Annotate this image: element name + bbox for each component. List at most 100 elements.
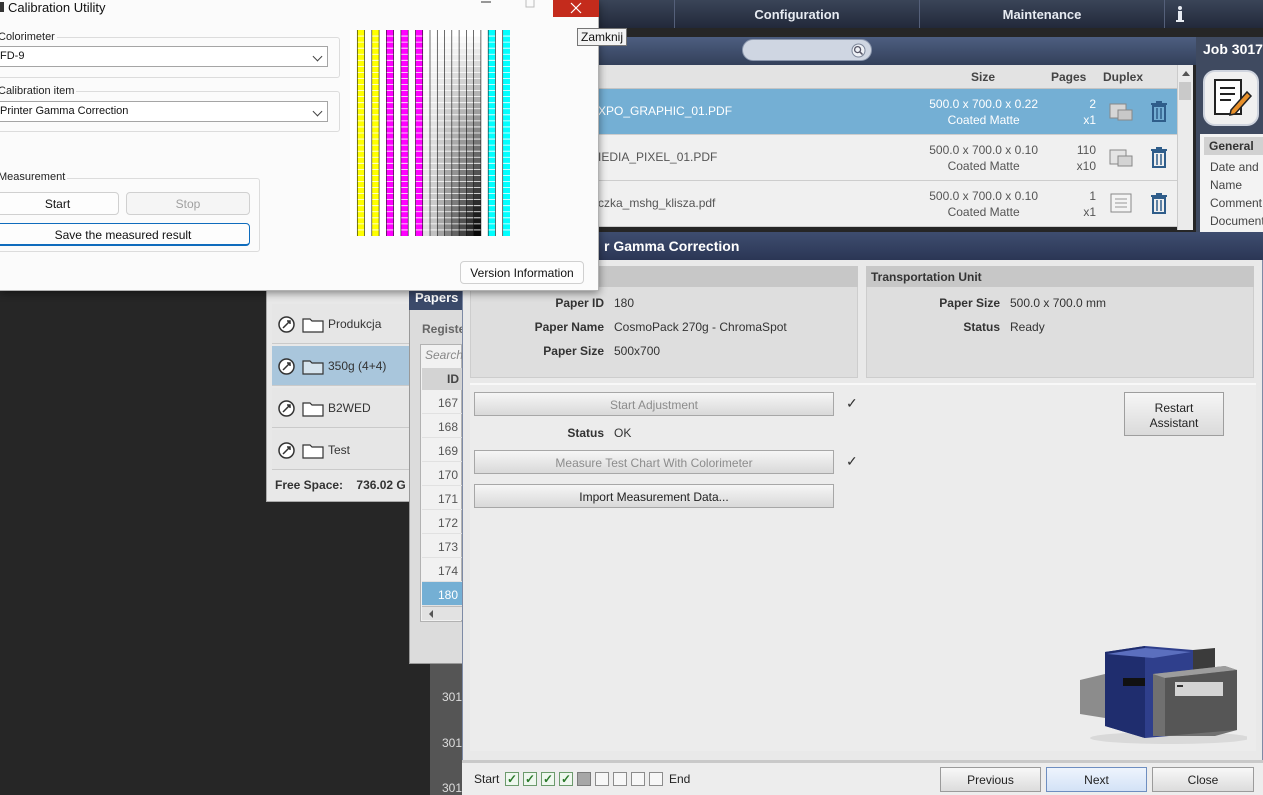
job-name: czka_mshg_klisza.pdf bbox=[598, 196, 716, 210]
test-chart-patch bbox=[430, 223, 438, 230]
test-chart-patch bbox=[473, 133, 481, 140]
job-search-input[interactable] bbox=[742, 39, 872, 61]
test-chart-patch bbox=[422, 133, 430, 140]
next-button[interactable]: Next bbox=[1046, 767, 1147, 792]
paper-id-cell[interactable]: 174 bbox=[422, 558, 462, 582]
test-chart-patch bbox=[473, 217, 481, 224]
paper-id-cell[interactable]: 170 bbox=[422, 462, 462, 486]
duplex-column-header[interactable]: Duplex bbox=[1103, 70, 1143, 84]
pin-icon[interactable] bbox=[278, 442, 295, 459]
hot-folder-item[interactable]: B2WED bbox=[272, 388, 416, 428]
paper-name-label: Paper Name bbox=[534, 320, 604, 334]
version-information-button[interactable]: Version Information bbox=[460, 261, 584, 284]
paper-id-cell[interactable]: 173 bbox=[422, 534, 462, 558]
test-chart-patch bbox=[422, 139, 430, 146]
info-icon[interactable] bbox=[1164, 0, 1194, 28]
papers-search-input[interactable]: Search bbox=[425, 348, 463, 362]
test-chart-patch bbox=[422, 102, 430, 109]
previous-button[interactable]: Previous bbox=[940, 767, 1041, 792]
tab-maintenance[interactable]: Maintenance bbox=[919, 0, 1164, 28]
job-size: 500.0 x 700.0 x 0.10 bbox=[929, 143, 1038, 157]
pin-icon[interactable] bbox=[278, 316, 295, 333]
save-measured-result-button[interactable]: Save the measured result bbox=[0, 223, 250, 246]
size-column-header[interactable]: Size bbox=[971, 70, 995, 84]
test-chart-patch bbox=[466, 169, 474, 176]
close-window-button[interactable] bbox=[553, 0, 599, 17]
hot-folder-item[interactable]: Test bbox=[272, 430, 416, 470]
paper-id-cell[interactable]: 168 bbox=[422, 414, 462, 438]
hot-folder-item[interactable]: Produkcja bbox=[272, 304, 416, 344]
test-chart-patch bbox=[444, 217, 452, 224]
close-icon[interactable] bbox=[570, 2, 582, 14]
test-chart-patch bbox=[437, 229, 445, 236]
test-chart-patch bbox=[459, 217, 467, 224]
status-label: Status bbox=[567, 426, 604, 440]
id-column-header[interactable]: ID bbox=[422, 368, 462, 390]
test-chart-patch bbox=[437, 66, 445, 73]
test-chart-patch bbox=[473, 145, 481, 152]
close-button[interactable]: Close bbox=[1152, 767, 1254, 792]
test-chart-patch bbox=[459, 199, 467, 206]
test-chart-patch bbox=[430, 175, 438, 182]
trash-icon[interactable] bbox=[1150, 100, 1168, 122]
paper-id-cell[interactable]: 171 bbox=[422, 486, 462, 510]
measure-test-chart-button[interactable]: Measure Test Chart With Colorimeter bbox=[474, 450, 834, 474]
import-measurement-button[interactable]: Import Measurement Data... bbox=[474, 484, 834, 508]
history-job-id[interactable]: 301 bbox=[442, 690, 462, 704]
hot-folder-item[interactable]: 350g (4+4) bbox=[272, 346, 416, 386]
duplex-icon bbox=[1109, 103, 1133, 121]
scroll-up-icon[interactable] bbox=[1179, 68, 1193, 80]
test-chart-patch bbox=[444, 151, 452, 158]
stop-measurement-button[interactable]: Stop bbox=[126, 192, 250, 215]
test-chart-patch bbox=[444, 223, 452, 230]
test-chart-patch bbox=[444, 163, 452, 170]
trash-icon[interactable] bbox=[1150, 146, 1168, 168]
pin-icon[interactable] bbox=[278, 358, 295, 375]
test-chart-patch bbox=[473, 205, 481, 212]
test-chart-patch bbox=[437, 175, 445, 182]
pin-icon[interactable] bbox=[278, 400, 295, 417]
job-copies: x1 bbox=[1083, 113, 1096, 127]
paper-id-cell[interactable]: 172 bbox=[422, 510, 462, 534]
papers-hscrollbar[interactable] bbox=[422, 606, 462, 620]
history-job-id[interactable]: 301 bbox=[442, 736, 462, 750]
paper-id-cell[interactable]: 169 bbox=[422, 438, 462, 462]
duplex-icon bbox=[1109, 149, 1133, 167]
test-chart-patch bbox=[430, 114, 438, 121]
paper-id-cell[interactable]: 180 bbox=[422, 582, 462, 606]
general-item: Date and bbox=[1210, 160, 1259, 174]
job-copies: x1 bbox=[1083, 205, 1096, 219]
wizard-end-label: End bbox=[669, 772, 691, 786]
minimize-button[interactable] bbox=[474, 0, 498, 14]
test-chart-patch bbox=[466, 175, 474, 182]
chevron-down-icon[interactable] bbox=[312, 106, 323, 117]
edit-job-icon[interactable] bbox=[1203, 70, 1259, 126]
chevron-down-icon[interactable] bbox=[312, 51, 323, 62]
test-chart-patch bbox=[444, 193, 452, 200]
colorimeter-value: FD-9 bbox=[0, 50, 25, 62]
wizard-step-pending bbox=[631, 772, 645, 786]
colorimeter-select[interactable]: FD-9 bbox=[0, 46, 328, 67]
scrollbar-thumb[interactable] bbox=[1179, 82, 1191, 100]
test-chart-patch bbox=[422, 36, 430, 43]
job-row[interactable]: XPO_GRAPHIC_01.PDF 500.0 x 700.0 x 0.22 C… bbox=[590, 89, 1178, 135]
calibration-item-select[interactable]: Printer Gamma Correction bbox=[0, 101, 328, 122]
job-row[interactable]: IEDIA_PIXEL_01.PDF 500.0 x 700.0 x 0.10 C… bbox=[590, 135, 1178, 181]
search-icon[interactable] bbox=[851, 43, 866, 58]
tab-configuration[interactable]: Configuration bbox=[674, 0, 919, 28]
maximize-button[interactable] bbox=[518, 0, 542, 18]
start-measurement-button[interactable]: Start bbox=[0, 192, 119, 215]
job-row[interactable]: czka_mshg_klisza.pdf 500.0 x 700.0 x 0.1… bbox=[590, 181, 1178, 227]
test-chart-patch bbox=[422, 217, 430, 224]
pages-column-header[interactable]: Pages bbox=[1051, 70, 1086, 84]
history-job-id[interactable]: 301 bbox=[442, 781, 462, 795]
simplex-icon bbox=[1110, 193, 1132, 213]
scroll-left-icon[interactable] bbox=[426, 608, 436, 620]
job-size: 500.0 x 700.0 x 0.10 bbox=[929, 189, 1038, 203]
trash-icon[interactable] bbox=[1150, 192, 1168, 214]
paper-id-cell[interactable]: 167 bbox=[422, 390, 462, 414]
restart-assistant-button[interactable]: Restart Assistant bbox=[1124, 392, 1224, 436]
test-chart-patch bbox=[473, 42, 481, 49]
test-chart-patch bbox=[466, 84, 474, 91]
start-adjustment-button[interactable]: Start Adjustment bbox=[474, 392, 834, 416]
